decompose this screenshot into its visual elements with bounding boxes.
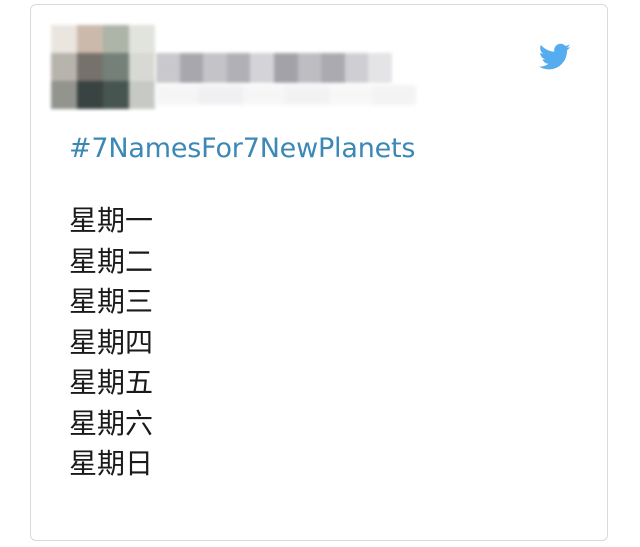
tweet-line: 星期三 xyxy=(69,285,154,318)
tweet-line: 星期六 xyxy=(69,406,154,440)
avatar[interactable] xyxy=(51,25,155,109)
tweet-card: #7NamesFor7NewPlanets 星期一 星期二 星期三 星期四 星期… xyxy=(30,4,608,541)
tweet-line: 星期五 xyxy=(69,366,154,399)
tweet-body: 星期一 星期二 星期三 星期四 星期五 星期六 星期日 xyxy=(69,201,153,485)
author-name-censored[interactable] xyxy=(156,53,392,83)
tweet-line: 星期日 xyxy=(69,447,154,480)
tweet-header xyxy=(31,5,607,115)
tweet-line: 星期四 xyxy=(69,325,154,359)
tweet-line: 星期二 xyxy=(69,244,154,278)
author-handle-censored xyxy=(156,85,416,105)
tweet-line: 星期一 xyxy=(69,204,154,237)
twitter-bird-icon[interactable] xyxy=(539,43,571,71)
hashtag-link[interactable]: #7NamesFor7NewPlanets xyxy=(69,133,415,164)
